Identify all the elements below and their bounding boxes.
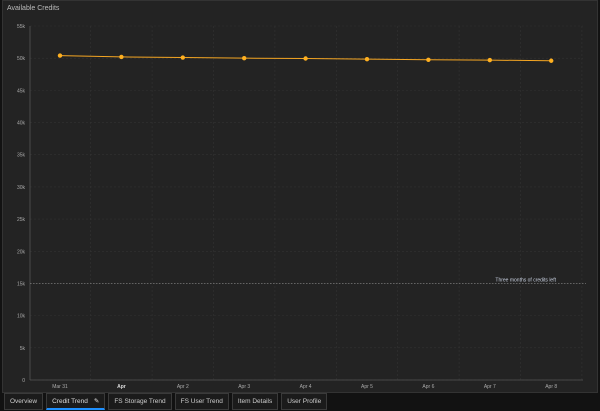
tab-credit-trend[interactable]: Credit Trend ✎ — [46, 393, 106, 410]
y-tick-label: 35k — [17, 153, 26, 159]
y-tick-label: 20k — [17, 249, 26, 255]
y-tick-label: 40k — [17, 121, 26, 127]
y-tick-label: 25k — [17, 217, 26, 223]
tab-label: User Profile — [287, 398, 322, 405]
tab-fs-storage-trend[interactable]: FS Storage Trend — [108, 393, 172, 410]
data-point — [487, 57, 492, 63]
pencil-icon[interactable]: ✎ — [94, 394, 99, 409]
x-tick-label: Apr 6 — [422, 384, 434, 390]
y-tick-label: 10k — [17, 314, 26, 320]
tab-label: Credit Trend — [52, 397, 88, 405]
data-point — [549, 58, 554, 63]
data-point — [242, 55, 247, 61]
data-point — [119, 54, 124, 60]
tab-label: Item Details — [237, 398, 273, 405]
x-tick-label: Apr 4 — [300, 384, 312, 390]
y-tick-label: 30k — [17, 185, 26, 191]
x-tick-label: Apr 5 — [361, 384, 373, 390]
x-tick-label: Apr 3 — [238, 384, 250, 390]
data-point — [180, 55, 185, 60]
x-tick-label: Apr 7 — [484, 384, 496, 390]
chart-panel: Available Credits 0 5k 10k 15k 20k 25k 30k 35k 4… — [2, 0, 598, 393]
x-tick-label: Apr 2 — [177, 384, 189, 390]
y-tick-label: 0 — [22, 378, 25, 384]
data-point — [426, 57, 431, 62]
tab-bar: Overview Credit Trend ✎ FS Storage Trend … — [4, 393, 328, 410]
tab-label: FS Storage Trend — [114, 398, 166, 405]
data-point — [303, 56, 308, 61]
y-tick-label: 45k — [17, 88, 26, 94]
tab-item-details[interactable]: Item Details — [231, 393, 279, 410]
threshold-label: Three months of credits left — [495, 277, 556, 283]
y-tick-label: 15k — [17, 281, 26, 287]
data-point — [57, 53, 63, 58]
y-tick-label: 55k — [17, 24, 26, 30]
y-tick-label: 5k — [20, 346, 26, 352]
y-tick-label: 50k — [17, 56, 26, 62]
x-tick-label: Apr 8 — [545, 384, 557, 390]
line-chart: 0 5k 10k 15k 20k 25k 30k 35k 40k 45k 50k 55k Mar 31 A… — [17, 24, 586, 390]
tab-user-profile[interactable]: User Profile — [281, 393, 328, 410]
x-tick-label: Apr — [117, 384, 126, 390]
tab-fs-user-trend[interactable]: FS User Trend — [174, 393, 229, 410]
data-point — [364, 56, 370, 62]
tab-label: FS User Trend — [180, 398, 223, 405]
tab-label: Overview — [10, 398, 38, 405]
x-tick-label: Mar 31 — [52, 384, 68, 390]
tab-overview[interactable]: Overview — [4, 393, 44, 410]
